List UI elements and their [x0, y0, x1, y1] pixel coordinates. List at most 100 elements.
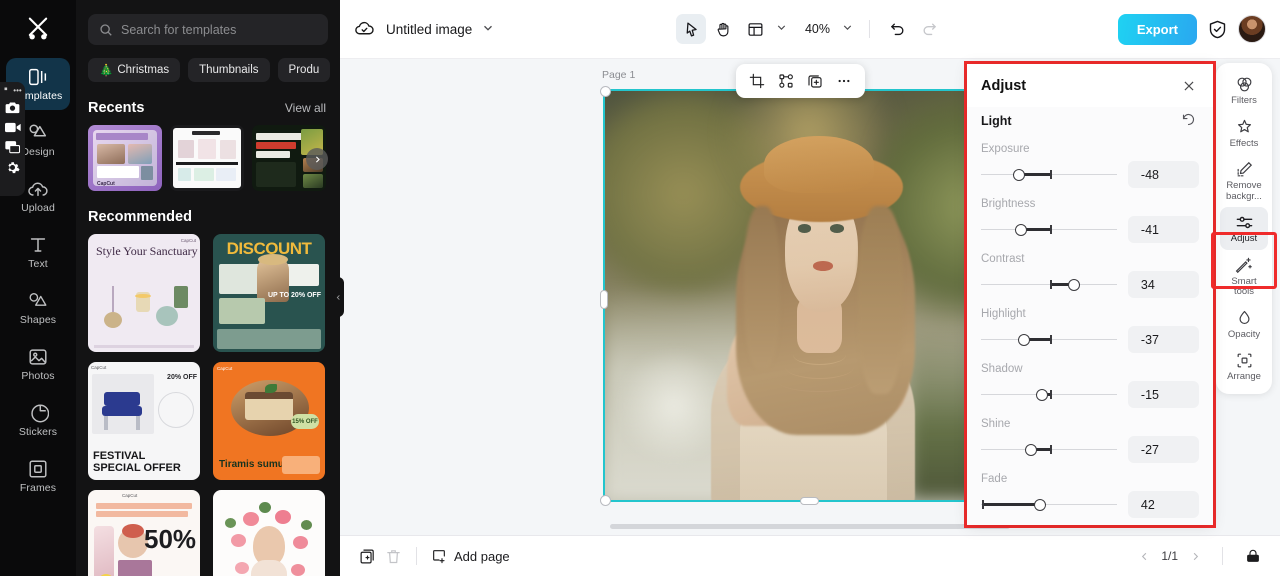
ellipsis-icon[interactable] — [831, 68, 857, 94]
sidebar-item-stickers[interactable]: Stickers — [6, 394, 70, 446]
sidebar-item-photos[interactable]: Photos — [6, 338, 70, 390]
crop-icon[interactable] — [744, 68, 770, 94]
panel-collapse-handle[interactable] — [333, 277, 344, 317]
screen-icon[interactable] — [4, 140, 21, 155]
slider-value-shine[interactable]: -27 — [1128, 436, 1199, 463]
overlay-drag-handle[interactable]: ••• — [3, 85, 21, 95]
slider-value-shadow[interactable]: -15 — [1128, 381, 1199, 408]
slider-thumb[interactable] — [1034, 499, 1046, 511]
list-item[interactable]: CapCut 20% OFF FESTIVALSPECIAL OFFER — [88, 362, 200, 480]
recents-next-button[interactable] — [306, 148, 328, 170]
bottom-toolbar: Add page 1/1 — [340, 535, 1280, 576]
slider-shadow[interactable] — [981, 387, 1117, 403]
sidebar-item-effects[interactable]: Effects — [1220, 112, 1268, 155]
slider-value-fade[interactable]: 42 — [1128, 491, 1199, 518]
text-icon — [27, 234, 49, 256]
list-item[interactable]: DISCOUNT UP TO 20% OFF — [213, 234, 325, 352]
video-camera-icon[interactable] — [4, 120, 21, 135]
layout-chevron-down-icon[interactable] — [775, 21, 791, 37]
prev-page-button[interactable] — [1134, 546, 1154, 566]
chevron-down-icon[interactable] — [481, 21, 497, 37]
list-item[interactable]: CapCut 50% — [88, 490, 200, 576]
sidebar-item-remove-background[interactable]: Remove backgr... — [1220, 154, 1268, 207]
recents-view-all-link[interactable]: View all — [285, 101, 326, 115]
swap-nodes-icon[interactable] — [773, 68, 799, 94]
slider-thumb[interactable] — [1068, 279, 1080, 291]
screen-capture-overlay[interactable]: ••• — [0, 82, 25, 196]
recents-title: Recents — [88, 100, 144, 116]
slider-contrast[interactable] — [981, 277, 1117, 293]
slider-tick — [1050, 335, 1052, 344]
search-input[interactable]: Search for templates — [88, 14, 328, 45]
slider-row-shadow: -15 — [981, 381, 1199, 408]
select-tool-button[interactable] — [676, 14, 706, 44]
slider-value-exposure[interactable]: -48 — [1128, 161, 1199, 188]
slider-value-highlight[interactable]: -37 — [1128, 326, 1199, 353]
slider-value-contrast[interactable]: 34 — [1128, 271, 1199, 298]
slider-thumb[interactable] — [1015, 224, 1027, 236]
slider-exposure[interactable] — [981, 167, 1117, 183]
document-title[interactable]: Untitled image — [386, 22, 472, 37]
duplicate-page-icon[interactable] — [354, 543, 380, 569]
sidebar-item-label: Stickers — [19, 427, 57, 438]
sidebar-item-arrange[interactable]: Arrange — [1220, 345, 1268, 388]
trash-icon[interactable] — [380, 543, 406, 569]
gear-icon[interactable] — [4, 160, 21, 175]
adjust-sliders-list: Exposure-48Brightness-41Contrast34Highli… — [981, 143, 1199, 518]
undo-button[interactable] — [882, 14, 912, 44]
list-item[interactable] — [170, 125, 244, 191]
sidebar-item-opacity[interactable]: Opacity — [1220, 303, 1268, 346]
sidebar-item-smart-tools[interactable]: Smart tools — [1220, 250, 1268, 303]
sidebar-item-shapes[interactable]: Shapes — [6, 282, 70, 334]
resize-handle-left-middle[interactable] — [600, 290, 608, 309]
slider-thumb[interactable] — [1013, 169, 1025, 181]
bottom-divider — [416, 547, 417, 565]
zoom-chevron-down-icon[interactable] — [841, 21, 857, 37]
chip-thumbnails[interactable]: Thumbnails — [188, 58, 269, 82]
chip-label: Produ — [289, 64, 320, 76]
resize-handle-top-left[interactable] — [600, 86, 611, 97]
duplicate-icon[interactable] — [802, 68, 828, 94]
resize-handle-bottom-center[interactable] — [800, 497, 819, 505]
next-page-button[interactable] — [1185, 546, 1205, 566]
capcut-logo-icon[interactable] — [18, 8, 58, 48]
resize-handle-bottom-left[interactable] — [600, 495, 611, 506]
lock-icon[interactable] — [1240, 543, 1266, 569]
templates-icon — [27, 66, 49, 88]
slider-thumb[interactable] — [1036, 389, 1048, 401]
list-item[interactable]: Style Your Sanctuary CapCut — [88, 234, 200, 352]
list-item[interactable] — [213, 490, 325, 576]
slider-shine[interactable] — [981, 442, 1117, 458]
slider-thumb[interactable] — [1025, 444, 1037, 456]
chip-produ[interactable]: Produ — [278, 58, 331, 82]
hand-tool-button[interactable] — [708, 14, 738, 44]
canvas-horizontal-scrollbar[interactable] — [610, 524, 1010, 529]
adjust-panel: Adjust Light Exposure-48Brightness-41Con… — [967, 64, 1213, 525]
slider-tick — [1050, 390, 1052, 399]
layout-tool-button[interactable] — [740, 14, 770, 44]
slider-brightness[interactable] — [981, 222, 1117, 238]
shield-check-icon[interactable] — [1207, 19, 1228, 40]
add-page-button[interactable]: Add page — [431, 548, 510, 564]
sidebar-item-label: Upload — [21, 203, 55, 214]
tree-icon: 🎄 — [99, 63, 113, 77]
sidebar-item-frames[interactable]: Frames — [6, 450, 70, 502]
sidebar-item-text[interactable]: Text — [6, 226, 70, 278]
list-item[interactable]: CapCut — [88, 125, 162, 191]
slider-highlight[interactable] — [981, 332, 1117, 348]
avatar[interactable] — [1238, 15, 1266, 43]
selected-image-object[interactable] — [605, 91, 1013, 500]
slider-fade[interactable] — [981, 497, 1117, 513]
zoom-level-label[interactable]: 40% — [805, 22, 830, 36]
chip-christmas[interactable]: 🎄Christmas — [88, 58, 180, 82]
list-item[interactable]: CapCut 15% OFF Tiramis sumus cake — [213, 362, 325, 480]
camera-icon[interactable] — [4, 100, 21, 115]
reset-icon[interactable] — [1181, 112, 1199, 130]
sidebar-item-adjust[interactable]: Adjust — [1220, 207, 1268, 250]
close-icon[interactable] — [1179, 76, 1199, 96]
slider-thumb[interactable] — [1018, 334, 1030, 346]
sidebar-item-filters[interactable]: Filters — [1220, 69, 1268, 112]
export-button[interactable]: Export — [1118, 14, 1197, 45]
redo-button[interactable] — [914, 14, 944, 44]
slider-value-brightness[interactable]: -41 — [1128, 216, 1199, 243]
